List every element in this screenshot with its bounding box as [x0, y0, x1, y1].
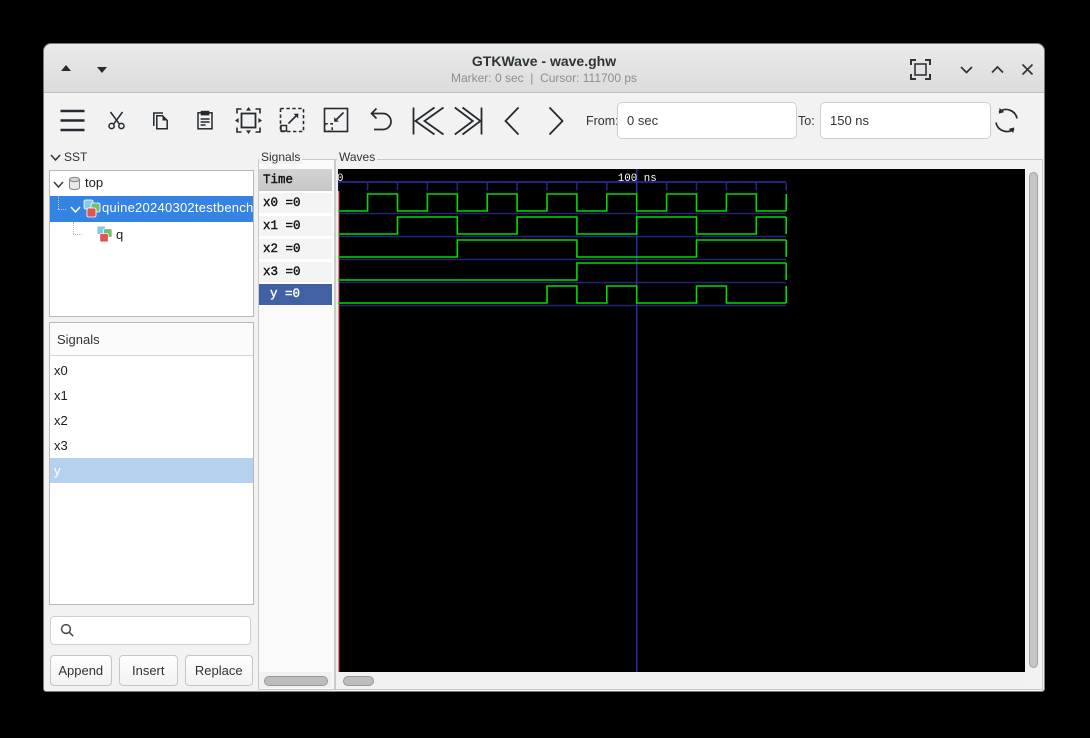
- svg-text:0: 0: [337, 173, 343, 185]
- svg-text:100 ns: 100 ns: [618, 173, 657, 185]
